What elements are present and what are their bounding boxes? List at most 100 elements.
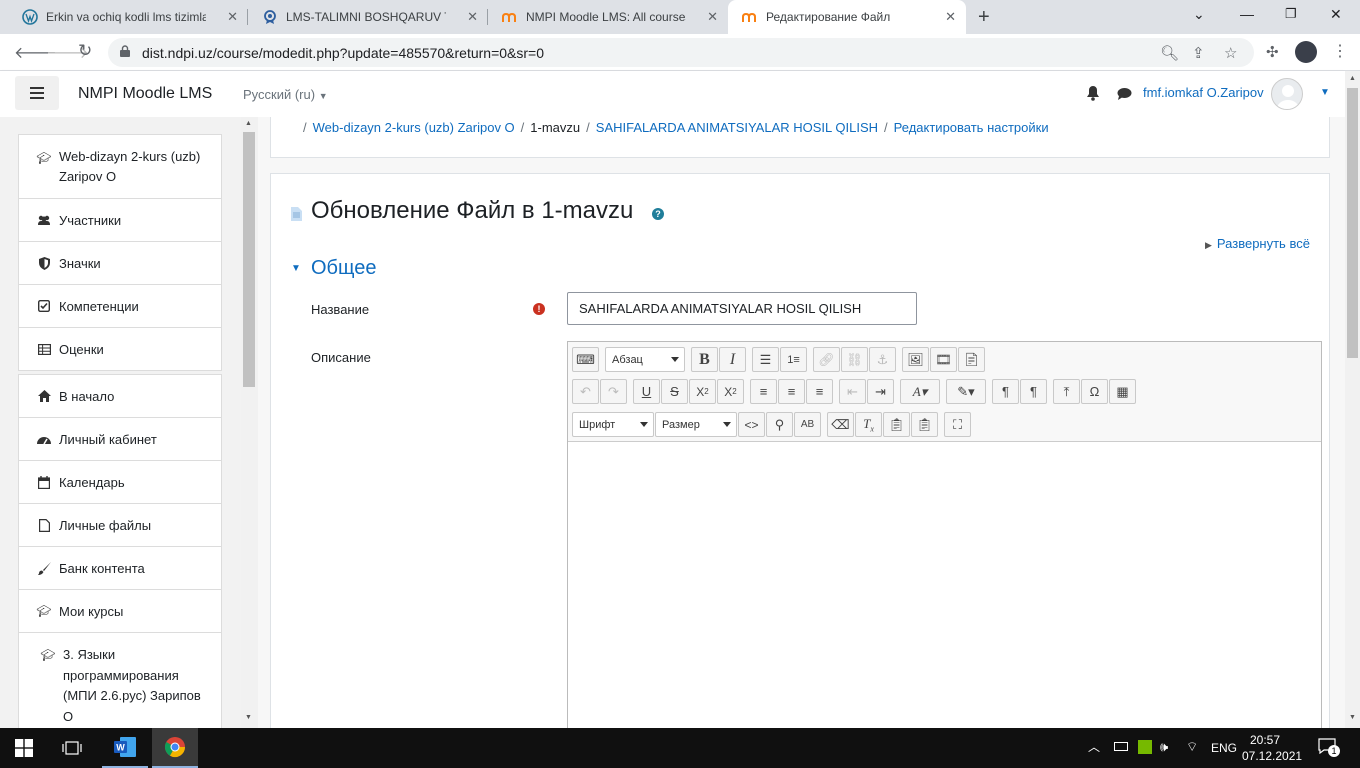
close-icon[interactable]: ✕ — [707, 9, 718, 25]
background-color-button[interactable]: ✎▾ — [946, 379, 986, 404]
table-button[interactable]: ▦ — [1109, 379, 1136, 404]
html-source-button[interactable]: <> — [738, 412, 765, 437]
nvidia-icon[interactable] — [1138, 740, 1152, 754]
bullet-list-button[interactable]: ☰ — [752, 347, 779, 372]
undo-button[interactable]: ↶ — [572, 379, 599, 404]
close-icon[interactable]: ✕ — [945, 9, 956, 25]
clean-button[interactable]: ⌫ — [827, 412, 854, 437]
sidebar-item-course[interactable]: 🎓︎ Web-dizayn 2-kurs (uzb) Zaripov O — [19, 135, 221, 199]
keyboard-language[interactable]: ENG — [1211, 741, 1237, 755]
minimize-button[interactable]: — — [1240, 6, 1254, 22]
site-name[interactable]: NMPI Moodle LMS — [78, 85, 212, 103]
fullscreen-button[interactable]: ⛶ — [944, 412, 971, 437]
underline-button[interactable]: U — [633, 379, 660, 404]
numbered-list-button[interactable]: 1≡ — [780, 347, 807, 372]
scroll-up-arrow-icon[interactable]: ▲ — [245, 120, 252, 127]
paste-word-button[interactable]: 📋︎ — [911, 412, 938, 437]
collapse-caret-icon[interactable]: ▼ — [291, 263, 301, 274]
find-replace-button[interactable]: ⚲ — [766, 412, 793, 437]
scroll-down-arrow-icon[interactable]: ▼ — [1349, 714, 1356, 721]
notification-center-button[interactable]: 1 — [1318, 738, 1340, 757]
sidebar-item-home[interactable]: В начало — [19, 375, 221, 418]
sidebar-item-competencies[interactable]: Компетенции — [19, 285, 221, 328]
sidebar-item-my-courses[interactable]: 🎓︎ Мои курсы — [19, 590, 221, 633]
text-color-button[interactable]: A▾ — [900, 379, 940, 404]
special-character-button[interactable]: Ω — [1081, 379, 1108, 404]
scroll-down-arrow-icon[interactable]: ▼ — [245, 714, 252, 721]
start-button[interactable] — [0, 728, 48, 768]
align-center-button[interactable]: ≡ — [778, 379, 805, 404]
spellcheck-button[interactable]: AB — [794, 412, 821, 437]
task-view-button[interactable] — [50, 728, 94, 768]
expand-all-link[interactable]: ▶ Развернуть всё — [1205, 236, 1310, 251]
redo-button[interactable]: ↷ — [600, 379, 627, 404]
sidebar-item-course-link[interactable]: 🎓︎ 3. Языки программирования (МПИ 2.6.ру… — [19, 633, 221, 728]
battery-icon[interactable] — [1114, 742, 1128, 751]
superscript-button[interactable]: X2 — [717, 379, 744, 404]
menu-kebab-icon[interactable]: ⋮ — [1332, 41, 1348, 61]
rtl-button[interactable]: ¶ — [1020, 379, 1047, 404]
ltr-button[interactable]: ¶ — [992, 379, 1019, 404]
media-button[interactable]: 🎞︎ — [930, 347, 957, 372]
language-menu[interactable]: Русский (ru) ▼ — [243, 87, 328, 102]
sidebar-item-participants[interactable]: Участники — [19, 199, 221, 242]
user-name[interactable]: fmf.iomkaf O.Zaripov — [1143, 85, 1264, 100]
paste-text-button[interactable]: 📋︎ — [883, 412, 910, 437]
browser-tab[interactable]: NMPI Moodle LMS: All courses ✕ — [488, 0, 728, 34]
profile-avatar-icon[interactable] — [1295, 41, 1317, 63]
unlink-button[interactable]: ⛓ — [841, 347, 868, 372]
tab-search-icon[interactable]: ⌄ — [1193, 6, 1205, 23]
sidebar-item-content-bank[interactable]: Банк контента — [19, 547, 221, 590]
toolbar-toggle-button[interactable]: ⌨ — [572, 347, 599, 372]
breadcrumb-edit-settings[interactable]: Редактировать настройки — [894, 120, 1049, 135]
bold-button[interactable]: B — [691, 347, 718, 372]
new-tab-button[interactable]: + — [978, 6, 990, 29]
close-icon[interactable]: ✕ — [467, 9, 478, 25]
manage-files-button[interactable]: 📄︎ — [958, 347, 985, 372]
close-window-button[interactable]: ✕ — [1330, 6, 1342, 23]
font-size-select[interactable]: Размер — [655, 412, 737, 437]
chat-bubble-icon[interactable] — [1117, 87, 1132, 100]
clear-formatting-button[interactable]: Tx — [855, 412, 882, 437]
image-button[interactable]: 🖼︎ — [902, 347, 929, 372]
browser-tab[interactable]: LMS-TALIMNI BOSHQARUV TIZIM ✕ — [248, 0, 488, 34]
sidebar-item-calendar[interactable]: Календарь — [19, 461, 221, 504]
upload-button[interactable]: ⤒ — [1053, 379, 1080, 404]
scroll-up-arrow-icon[interactable]: ▲ — [1349, 75, 1356, 82]
chevron-up-icon[interactable]: ︿ — [1088, 738, 1100, 755]
link-button[interactable]: 🔗︎ — [813, 347, 840, 372]
strikethrough-button[interactable]: S — [661, 379, 688, 404]
paragraph-style-select[interactable]: Абзац — [605, 347, 685, 372]
sidebar-item-private-files[interactable]: Личные файлы — [19, 504, 221, 547]
chrome-taskbar-button[interactable] — [152, 728, 198, 768]
star-icon[interactable]: ☆ — [1224, 44, 1237, 62]
reload-icon[interactable]: ↻ — [78, 41, 92, 61]
breadcrumb-course[interactable]: Web-dizayn 2-kurs (uzb) Zaripov O — [313, 120, 515, 135]
breadcrumb-activity[interactable]: SAHIFALARDA ANIMATSIYALAR HOSIL QILISH — [596, 120, 878, 135]
align-left-button[interactable]: ≡ — [750, 379, 777, 404]
close-icon[interactable]: ✕ — [227, 9, 238, 25]
address-bar[interactable]: dist.ndpi.uz/course/modedit.php?update=4… — [108, 38, 1254, 67]
align-right-button[interactable]: ≡ — [806, 379, 833, 404]
speaker-icon[interactable]: 🕪︎ — [1160, 739, 1168, 755]
share-icon[interactable]: ⇪ — [1192, 44, 1205, 62]
page-scrollbar-thumb[interactable] — [1347, 88, 1358, 358]
name-input[interactable] — [567, 292, 917, 325]
bell-icon[interactable] — [1086, 85, 1100, 101]
wifi-icon[interactable]: ⌔ — [1186, 739, 1198, 755]
restore-button[interactable]: ❐ — [1285, 6, 1297, 22]
outdent-button[interactable]: ⇤ — [839, 379, 866, 404]
subscript-button[interactable]: X2 — [689, 379, 716, 404]
browser-tab[interactable]: Erkin va ochiq kodli lms tizimlar t ✕ — [8, 0, 248, 34]
browser-tab-active[interactable]: Редактирование Файл ✕ — [728, 0, 966, 34]
sidebar-scrollbar-thumb[interactable] — [243, 132, 255, 387]
sidebar-item-dashboard[interactable]: Личный кабинет — [19, 418, 221, 461]
help-icon[interactable]: ? — [652, 208, 664, 220]
zoom-icon[interactable]: 🔍︎ — [1160, 44, 1179, 62]
editor-content-area[interactable] — [568, 443, 1321, 728]
section-title[interactable]: Общее — [311, 257, 377, 280]
user-avatar[interactable] — [1271, 78, 1303, 110]
indent-button[interactable]: ⇥ — [867, 379, 894, 404]
word-taskbar-button[interactable]: W — [102, 728, 148, 768]
extensions-icon[interactable]: ✣ — [1266, 43, 1279, 61]
